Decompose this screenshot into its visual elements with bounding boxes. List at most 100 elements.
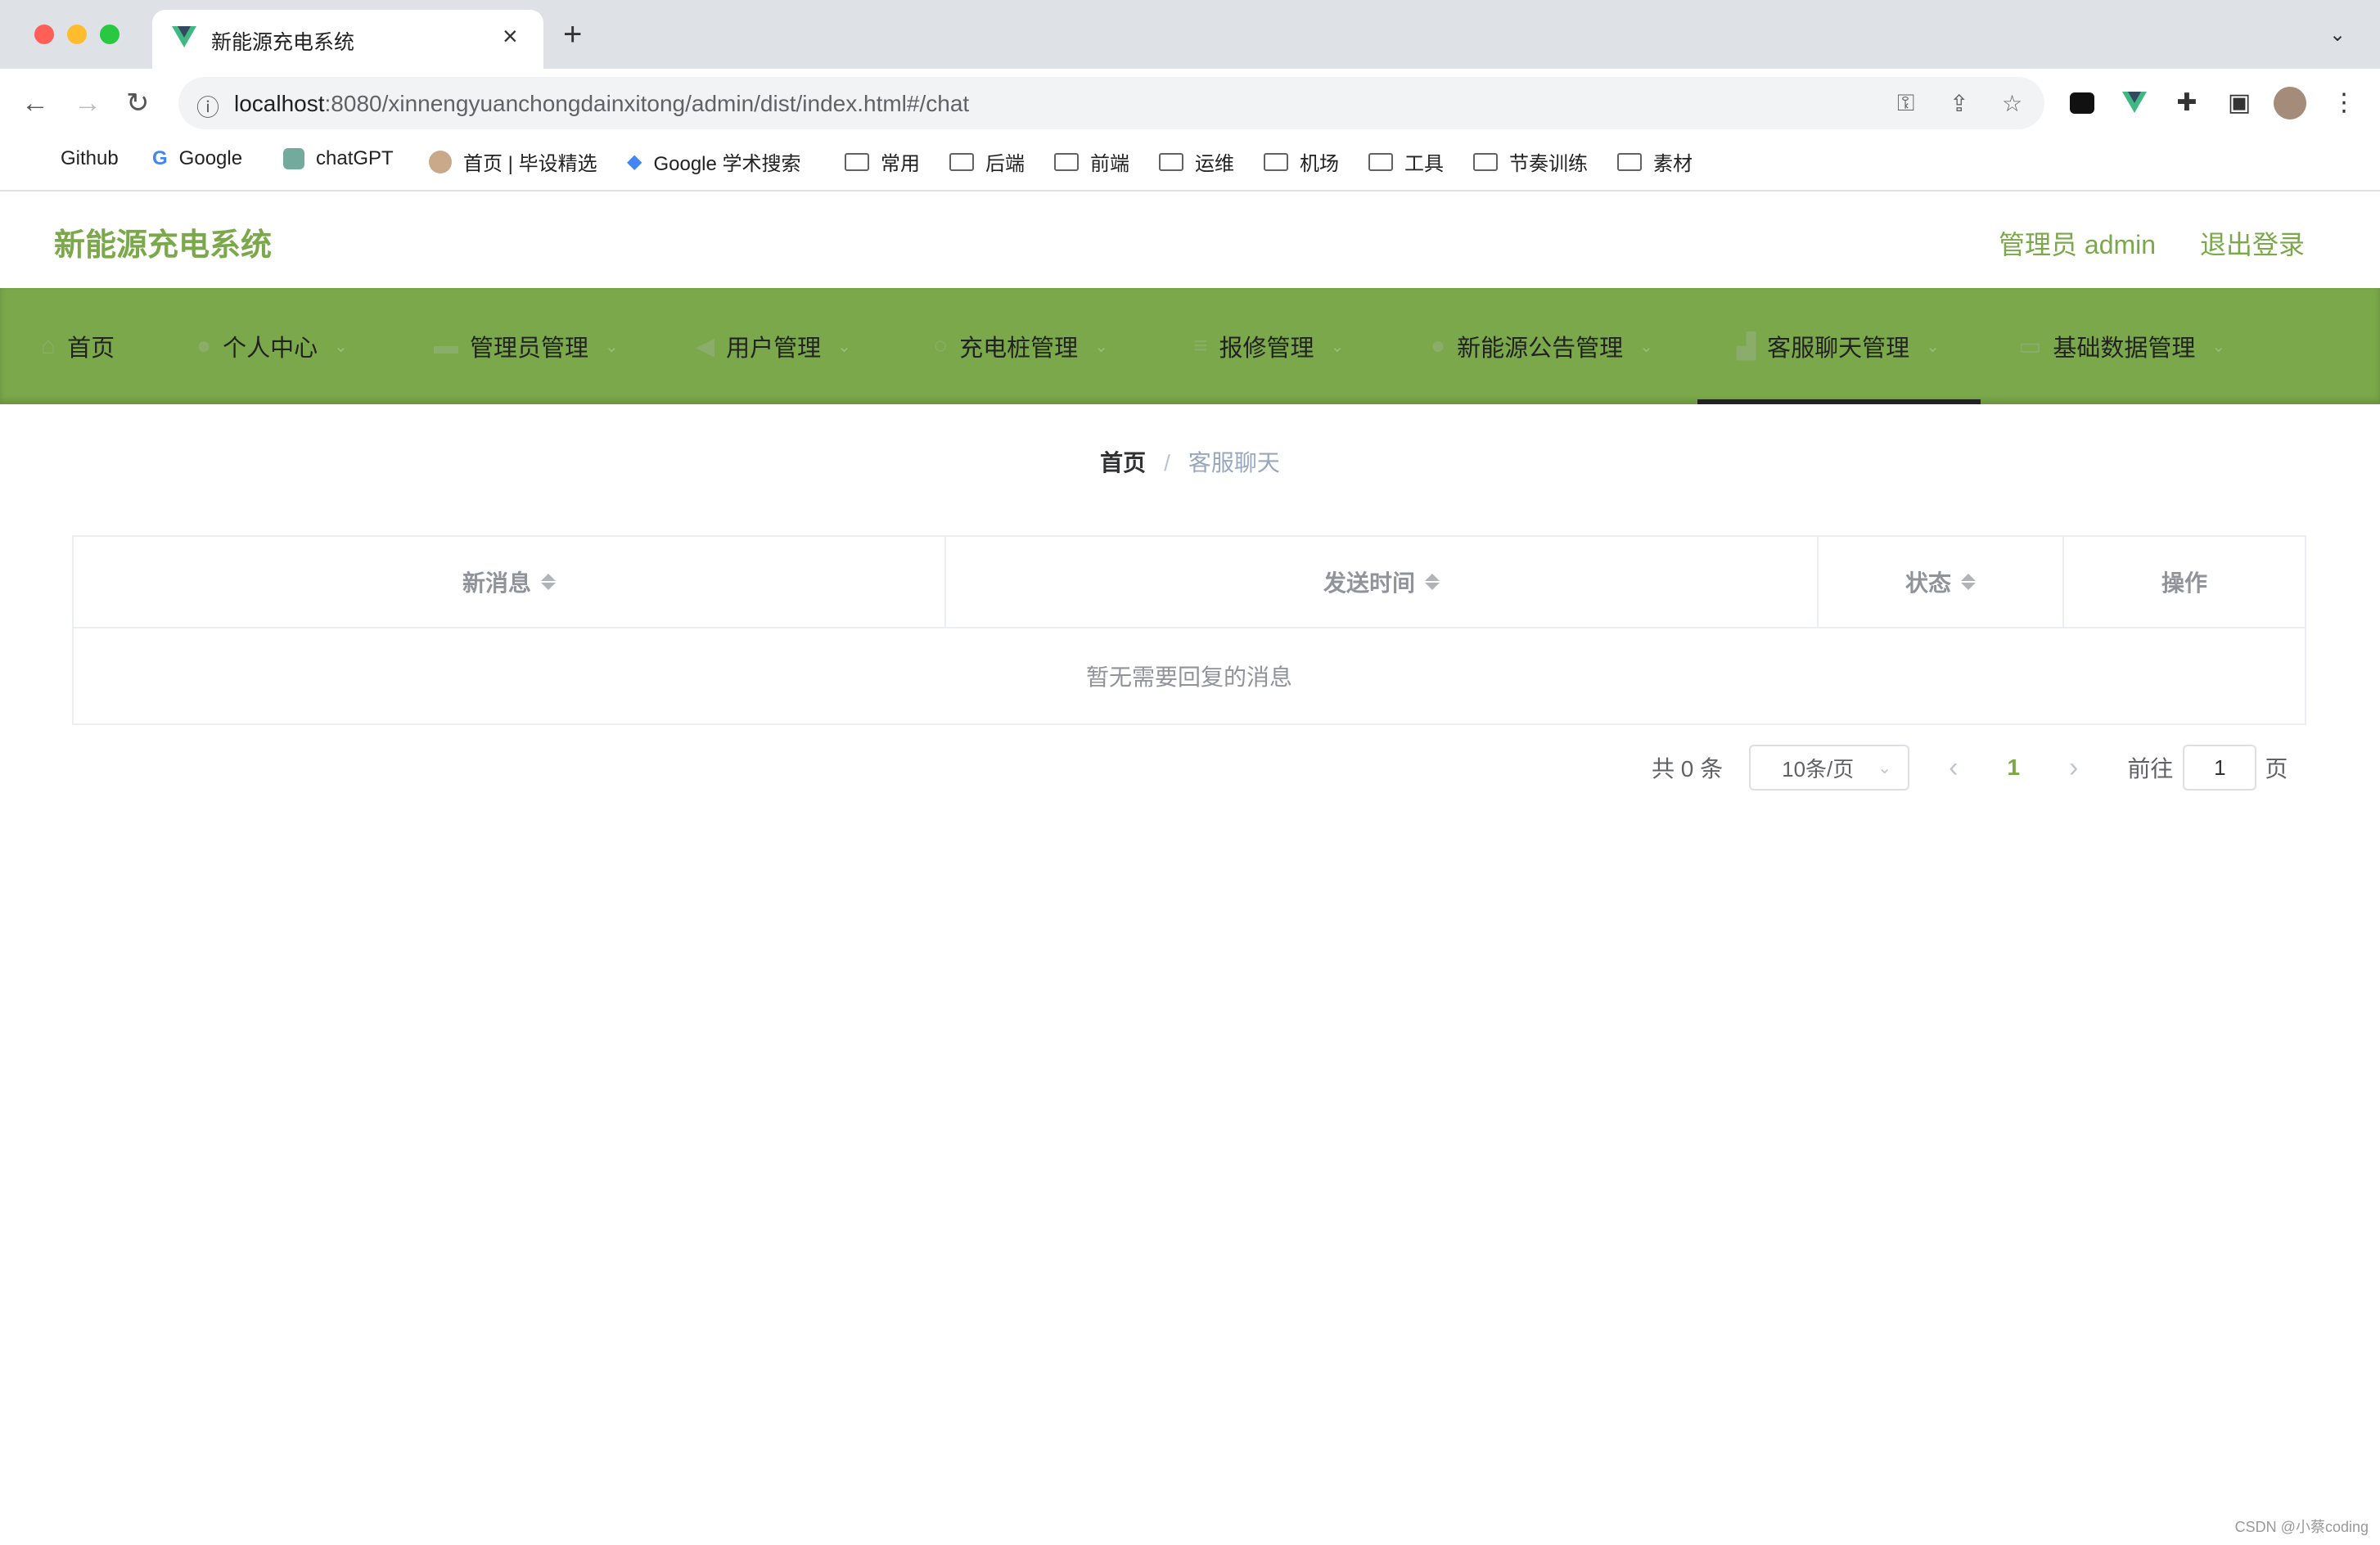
chevron-down-icon: ⌄ xyxy=(1926,337,1940,356)
bookmark-folder-jiezou[interactable]: 节奏训练 xyxy=(1473,147,1588,176)
bookmark-label: Google xyxy=(178,147,243,169)
bookmark-star-icon[interactable]: ☆ xyxy=(2002,90,2022,117)
column-header-new-message[interactable]: 新消息 xyxy=(74,537,946,627)
nav-active-indicator xyxy=(1697,399,1981,404)
bookmark-folder-jichang[interactable]: 机场 xyxy=(1264,147,1339,176)
breadcrumb: 首页 / 客服聊天 xyxy=(0,445,2380,478)
sort-icon[interactable] xyxy=(1961,574,1976,590)
url-host: localhost xyxy=(234,91,325,116)
goto-label: 前往 xyxy=(2127,756,2174,782)
bookmark-chatgpt[interactable]: chatGPT xyxy=(283,147,394,170)
nav-item-label: 客服聊天管理 xyxy=(1767,336,1910,362)
bookmark-folder-sucai[interactable]: 素材 xyxy=(1617,147,1693,176)
page-size-select[interactable]: 10条/页 ⌄ xyxy=(1749,745,1910,791)
nav-item-charging-pile-management[interactable]: ○ 充电桩管理 ⌄ xyxy=(933,288,1108,404)
vue-logo-icon xyxy=(172,26,196,51)
nav-item-chat-management[interactable]: ▟ 客服聊天管理 ⌄ xyxy=(1737,288,1940,404)
next-page-button[interactable]: › xyxy=(2069,752,2078,784)
breadcrumb-home[interactable]: 首页 xyxy=(1100,450,1146,475)
bookmark-label: 节奏训练 xyxy=(1509,153,1588,175)
nav-item-personal-center[interactable]: ● 个人中心 ⌄ xyxy=(196,288,348,404)
bookmark-folder-changyong[interactable]: 常用 xyxy=(845,147,920,176)
chevron-down-icon: ⌄ xyxy=(1094,337,1108,356)
key-icon[interactable]: ⚿ xyxy=(1897,90,1914,117)
folder-icon xyxy=(1264,152,1288,171)
column-header-status[interactable]: 状态 xyxy=(1819,537,2064,627)
back-icon[interactable]: ← xyxy=(21,87,49,119)
sort-icon[interactable] xyxy=(1425,574,1440,590)
user-icon: ● xyxy=(196,332,212,359)
nav-item-label: 报修管理 xyxy=(1219,336,1314,362)
home-icon: ⌂ xyxy=(41,332,56,359)
chevron-down-icon: ⌄ xyxy=(2211,337,2226,356)
nav-item-admin-management[interactable]: ▬ 管理员管理 ⌄ xyxy=(434,288,619,404)
new-tab-icon[interactable]: + xyxy=(563,18,582,51)
address-bar[interactable]: ⓘ localhost:8080/xinnengyuanchongdainxit… xyxy=(178,77,2044,129)
column-header-label: 发送时间 xyxy=(1323,570,1415,596)
bookmark-github[interactable]: Github xyxy=(61,147,119,170)
maximize-window-button[interactable] xyxy=(100,25,119,44)
scholar-icon: ◆ xyxy=(627,151,642,173)
bookmark-google[interactable]: G Google xyxy=(152,147,242,170)
folder-icon xyxy=(845,152,869,171)
chevron-down-icon: ⌄ xyxy=(1639,337,1653,356)
bookmark-label: 后端 xyxy=(985,153,1025,175)
chevron-down-icon: ⌄ xyxy=(605,337,619,356)
chevron-down-icon: ⌄ xyxy=(1877,759,1892,777)
browser-toolbar: ← → ↻ ⓘ localhost:8080/xinnengyuanchongd… xyxy=(0,69,2380,139)
logout-link[interactable]: 退出登录 xyxy=(2200,224,2305,262)
close-window-button[interactable] xyxy=(34,25,54,44)
bookmark-folder-qianduan[interactable]: 前端 xyxy=(1054,147,1129,176)
announcement-icon: ● xyxy=(1431,332,1446,359)
reload-icon[interactable]: ↻ xyxy=(126,87,150,119)
bookmark-folder-houduan[interactable]: 后端 xyxy=(949,147,1025,176)
bookmark-label: 前端 xyxy=(1090,153,1129,175)
chart-icon: ▟ xyxy=(1737,332,1756,360)
goto-page-input[interactable]: 1 xyxy=(2183,745,2257,791)
nav-item-label: 充电桩管理 xyxy=(959,336,1079,362)
folder-icon xyxy=(1473,152,1498,171)
folder-icon xyxy=(949,152,974,171)
nav-item-announcement-management[interactable]: ● 新能源公告管理 ⌄ xyxy=(1431,288,1653,404)
bishe-icon xyxy=(429,150,452,173)
list-icon: ≡ xyxy=(1193,332,1208,359)
browser-menu-icon[interactable]: ⋮ xyxy=(2328,87,2360,119)
column-header-label: 状态 xyxy=(1904,570,1951,596)
bookmark-bishe[interactable]: 首页 | 毕设精选 xyxy=(429,147,597,176)
watermark: CSDN @小蔡coding xyxy=(2234,1519,2369,1535)
app-title: 新能源充电系统 xyxy=(54,228,273,263)
chevron-down-icon: ⌄ xyxy=(334,337,348,356)
bookmark-scholar[interactable]: ◆ Google 学术搜索 xyxy=(627,147,801,176)
column-header-send-time[interactable]: 发送时间 xyxy=(946,537,1819,627)
share-icon[interactable]: ⇪ xyxy=(1950,90,1968,117)
puzzle-extensions-icon[interactable]: ✚ xyxy=(2170,87,2203,119)
site-info-icon[interactable]: ⓘ xyxy=(196,90,219,123)
nav-item-home[interactable]: ⌂ 首页 xyxy=(41,288,115,404)
page-number-current[interactable]: 1 xyxy=(2007,754,2020,781)
app-header: 新能源充电系统 管理员 admin 退出登录 xyxy=(0,191,2380,288)
side-panel-icon[interactable]: ▣ xyxy=(2223,87,2256,119)
chevron-down-icon: ⌄ xyxy=(837,337,851,356)
tab-search-chevron-icon[interactable]: ⌄ xyxy=(2329,23,2346,47)
bookmark-folder-gongju[interactable]: 工具 xyxy=(1368,147,1444,176)
nav-item-base-data-management[interactable]: ▭ 基础数据管理 ⌄ xyxy=(2018,288,2225,404)
nav-item-user-management[interactable]: ◀ 用户管理 ⌄ xyxy=(696,288,851,404)
data-icon: ▭ xyxy=(2018,332,2042,360)
forward-icon[interactable]: → xyxy=(74,87,101,119)
chevron-down-icon: ⌄ xyxy=(1330,337,1345,356)
minimize-window-button[interactable] xyxy=(67,25,87,44)
tab-title: 新能源充电系统 xyxy=(211,31,355,54)
bookmark-folder-yunwei[interactable]: 运维 xyxy=(1159,147,1234,176)
extension-icon[interactable] xyxy=(2066,87,2098,119)
page-size-value: 10条/页 xyxy=(1782,756,1855,782)
url-text[interactable]: localhost:8080/xinnengyuanchongdainxiton… xyxy=(234,91,969,117)
profile-avatar[interactable] xyxy=(2274,87,2306,119)
nav-item-repair-management[interactable]: ≡ 报修管理 ⌄ xyxy=(1193,288,1344,404)
browser-tab[interactable]: 新能源充电系统 × xyxy=(152,10,543,69)
tab-close-icon[interactable]: × xyxy=(503,21,518,52)
google-icon: G xyxy=(152,147,168,169)
sort-icon[interactable] xyxy=(541,574,556,590)
folder-icon xyxy=(1054,152,1079,171)
prev-page-button[interactable]: ‹ xyxy=(1949,752,1958,784)
vue-devtools-icon[interactable] xyxy=(2118,87,2151,119)
